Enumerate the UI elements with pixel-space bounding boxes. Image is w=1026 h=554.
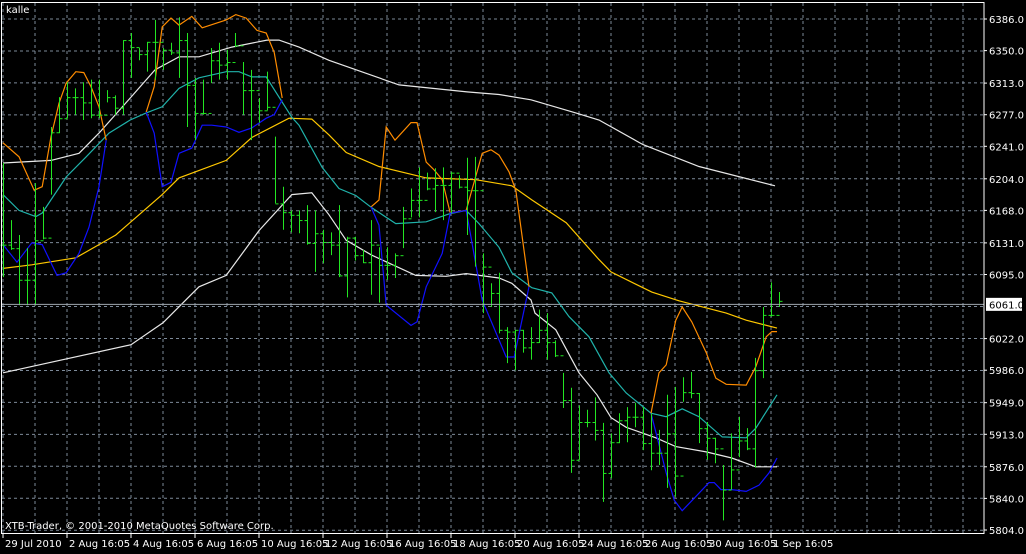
x-tick-label: 29 Jul 2010 (5, 539, 62, 550)
x-tick-label: 24 Aug 16:05 (581, 539, 648, 550)
y-tick-label: 6313.0 (989, 79, 1024, 90)
y-tick-label: 5876.0 (989, 463, 1024, 474)
y-tick-label: 5840.0 (989, 494, 1024, 505)
x-tick-label: 30 Aug 16:05 (709, 539, 776, 550)
current-price-label: 6061.0 (989, 300, 1024, 311)
copyright-text: XTB-Trader, © 2001-2010 MetaQuotes Softw… (5, 521, 274, 532)
current-price-badge: 6061.0 (986, 297, 1024, 311)
y-tick-label: 6168.0 (989, 206, 1024, 217)
x-tick-label: 1 Sep 16:05 (773, 539, 833, 550)
x-tick-label: 16 Aug 16:05 (389, 539, 456, 550)
y-tick-label: 6277.0 (989, 111, 1024, 122)
y-tick-label: 5986.0 (989, 366, 1024, 377)
y-tick-label: 6350.0 (989, 47, 1024, 58)
y-tick-label: 6095.0 (989, 271, 1024, 282)
x-tick-label: 18 Aug 16:05 (453, 539, 520, 550)
x-tick-label: 4 Aug 16:05 (133, 539, 194, 550)
price-chart[interactable]: 6386.0 6350.0 6313.0 6277.0 6241.0 6204.0 6168… (0, 0, 1026, 554)
y-tick-label: 5949.0 (989, 399, 1024, 410)
x-tick-label: 12 Aug 16:05 (325, 539, 392, 550)
symbol-label: kalle (6, 5, 29, 16)
x-tick-label: 20 Aug 16:05 (517, 539, 584, 550)
y-tick-label: 6204.0 (989, 175, 1024, 186)
x-tick-label: 6 Aug 16:05 (197, 539, 258, 550)
y-tick-label: 6131.0 (989, 239, 1024, 250)
y-tick-label: 6386.0 (989, 15, 1024, 26)
y-tick-label: 6241.0 (989, 142, 1024, 153)
x-tick-label: 10 Aug 16:05 (261, 539, 328, 550)
y-tick-label: 5913.0 (989, 430, 1024, 441)
x-tick-label: 26 Aug 16:05 (645, 539, 712, 550)
y-tick-label: 5804.0 (989, 526, 1024, 537)
x-tick-label: 2 Aug 16:05 (69, 539, 130, 550)
y-tick-label: 6022.0 (989, 335, 1024, 346)
